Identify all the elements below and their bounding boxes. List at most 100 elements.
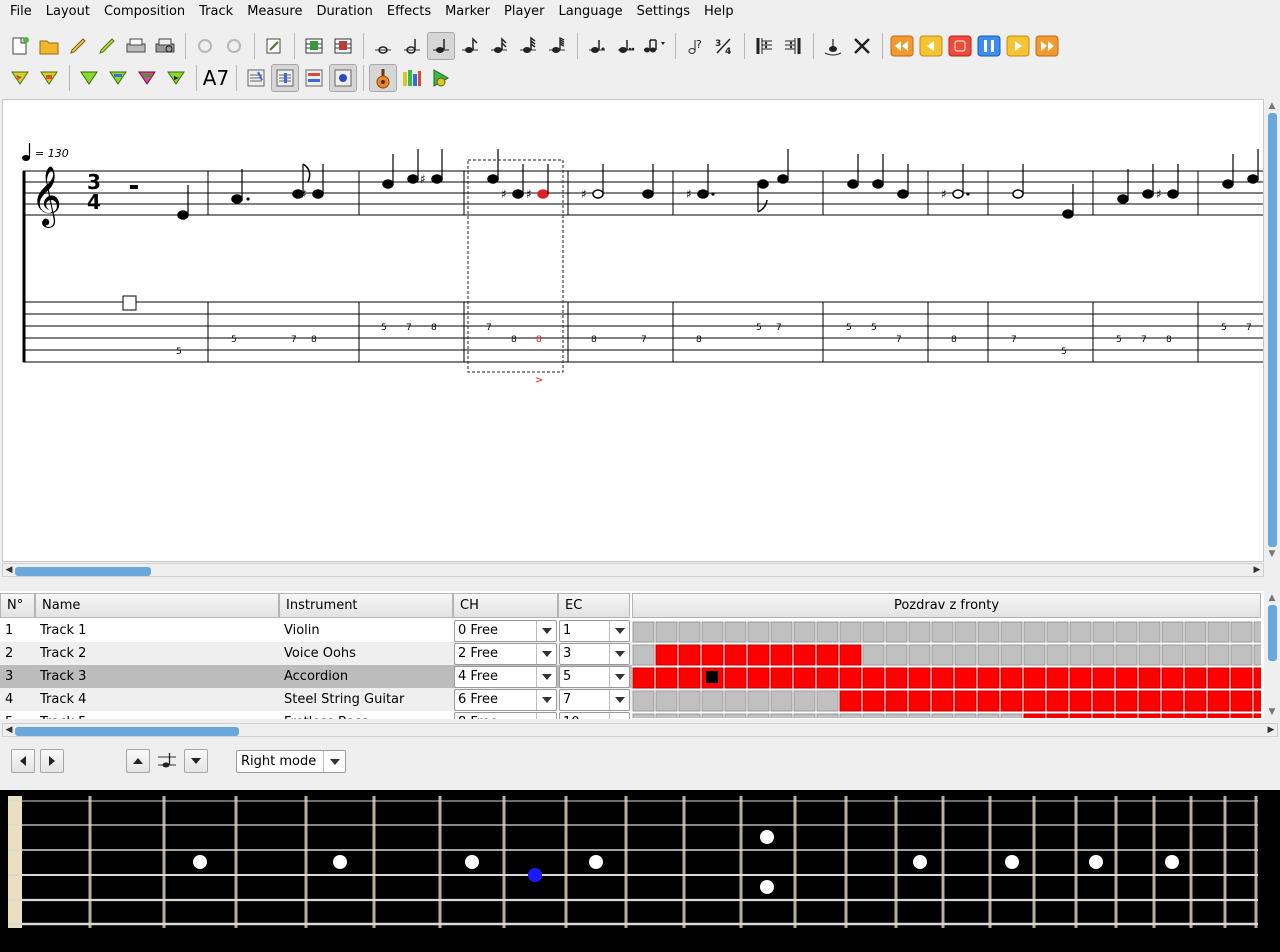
column-header-effect-channel[interactable]: EC [558,593,630,618]
menu-effects[interactable]: Effects [380,0,438,24]
double-dotted-note-icon[interactable] [612,32,640,60]
pause-icon[interactable] [975,32,1003,60]
measure-cell[interactable] [839,667,862,689]
edit-pencil-icon[interactable] [64,32,92,60]
chevron-down-icon[interactable] [536,644,556,664]
measure-cell[interactable] [931,713,954,718]
measure-cell[interactable] [1023,713,1046,718]
measure-cell[interactable] [1046,644,1069,666]
effect-channel-select[interactable]: 5 [559,666,630,688]
scroll-left-arrow-icon[interactable]: ◀ [3,564,15,578]
column-header-instrument[interactable]: Instrument [279,593,453,618]
redo-icon[interactable] [220,32,248,60]
marker-edit-icon[interactable] [104,64,132,92]
measure-cell[interactable] [770,621,793,643]
measure-cell[interactable] [1092,667,1115,689]
track-row[interactable]: 5 Track 5 Fretless Bass 8 Free 10 [0,711,632,719]
measure-cell[interactable] [977,690,1000,712]
measure-cell[interactable] [908,621,931,643]
tab-fret-number[interactable]: 5 [756,323,762,333]
sixty-fourth-note-icon[interactable] [543,32,571,60]
scroll-up-arrow-icon[interactable]: ▲ [1267,593,1277,603]
column-header-name[interactable]: Name [35,593,279,618]
measure-cell[interactable] [977,667,1000,689]
measure-cell[interactable] [701,644,724,666]
hand-mode-select[interactable]: Right mode [236,750,346,773]
measure-cell[interactable] [655,644,678,666]
compact-view-icon[interactable] [329,64,357,92]
score-horizontal-scroll-thumb[interactable] [15,567,151,576]
measure-cell[interactable] [632,667,655,689]
thirty-second-note-icon[interactable] [514,32,542,60]
fretboard-toggle-icon[interactable] [369,64,397,92]
note[interactable] [757,179,769,212]
measure-cell[interactable] [977,621,1000,643]
stop-icon[interactable] [946,32,974,60]
track-row[interactable]: 2 Track 2 Voice Oohs 2 Free 3 [0,642,632,665]
note[interactable] [231,169,243,204]
whole-note-icon[interactable] [369,32,397,60]
measure-cell[interactable] [1000,667,1023,689]
track-instrument[interactable]: Steel String Guitar [279,688,453,711]
track-instrument[interactable]: Fretless Bass [279,711,453,719]
chevron-down-icon[interactable] [323,751,345,772]
measure-cell[interactable] [908,644,931,666]
chevron-down-icon[interactable] [609,713,629,719]
measure-cell[interactable] [839,621,862,643]
tab-fret-number[interactable]: 7 [641,335,647,345]
note[interactable] [1117,169,1129,204]
measure-cell[interactable] [885,621,908,643]
tab-fret-number[interactable]: 7 [486,323,492,333]
tab-fret-number[interactable]: 5 [846,323,852,333]
measure-cell[interactable] [885,690,908,712]
measure-cell[interactable] [747,690,770,712]
play-icon[interactable] [1004,32,1032,60]
track-instrument[interactable]: Voice Oohs [279,642,453,665]
measure-cell[interactable] [885,713,908,718]
chevron-down-icon[interactable] [536,690,556,710]
measure-cell[interactable] [908,690,931,712]
tab-fret-number[interactable]: 5 [1116,335,1122,345]
menu-measure[interactable]: Measure [240,0,309,24]
tuplet-icon[interactable] [641,32,669,60]
measure-cell[interactable] [885,644,908,666]
measure-cell[interactable] [655,690,678,712]
track-name[interactable]: Track 5 [35,711,279,719]
tab-fret-number[interactable]: 5 [1061,347,1067,357]
track-vertical-scrollbar[interactable]: ▲ ▼ [1265,591,1279,719]
measure-cell[interactable] [724,667,747,689]
repeat-open-icon[interactable] [750,32,778,60]
measure-cell[interactable] [1184,713,1207,718]
measure-cell[interactable] [1069,690,1092,712]
tab-fret-number[interactable]: 5 [1221,323,1227,333]
effect-channel-select[interactable]: 1 [559,620,630,642]
string-up-button[interactable] [126,749,150,773]
measure-cell[interactable] [678,644,701,666]
marker-remove-icon[interactable] [133,64,161,92]
measure-cell[interactable] [1184,690,1207,712]
open-file-icon[interactable] [35,32,63,60]
tab-fret-number[interactable]: 7 [776,323,782,333]
measure-cell[interactable] [1000,690,1023,712]
track-row[interactable]: 3 Track 3 Accordion 4 Free 5 [0,665,632,688]
fretboard-note-marker[interactable] [528,868,542,882]
note[interactable] [897,164,909,199]
previous-icon[interactable] [917,32,945,60]
measure-cell[interactable] [954,621,977,643]
measure-cell[interactable] [1207,713,1230,718]
measure-cell[interactable] [1069,644,1092,666]
chevron-down-icon[interactable] [536,621,556,641]
tab-fret-number[interactable]: 5 [176,347,182,357]
measure-cell[interactable] [931,644,954,666]
measure-cell[interactable] [862,621,885,643]
measure-cell[interactable] [931,621,954,643]
measure-cell[interactable] [1069,621,1092,643]
effect-channel-select[interactable]: 7 [559,689,630,711]
tab-fret-number[interactable]: 7 [406,323,412,333]
channel-select[interactable]: 8 Free [454,712,557,719]
scroll-left-arrow-icon[interactable]: ◀ [3,724,15,738]
scroll-right-arrow-icon[interactable]: ▶ [1251,564,1263,578]
measure-cell[interactable] [1023,667,1046,689]
tab-fret-number[interactable]: 7 [1246,323,1252,333]
tab-fret-number[interactable]: 7 [1011,335,1017,345]
